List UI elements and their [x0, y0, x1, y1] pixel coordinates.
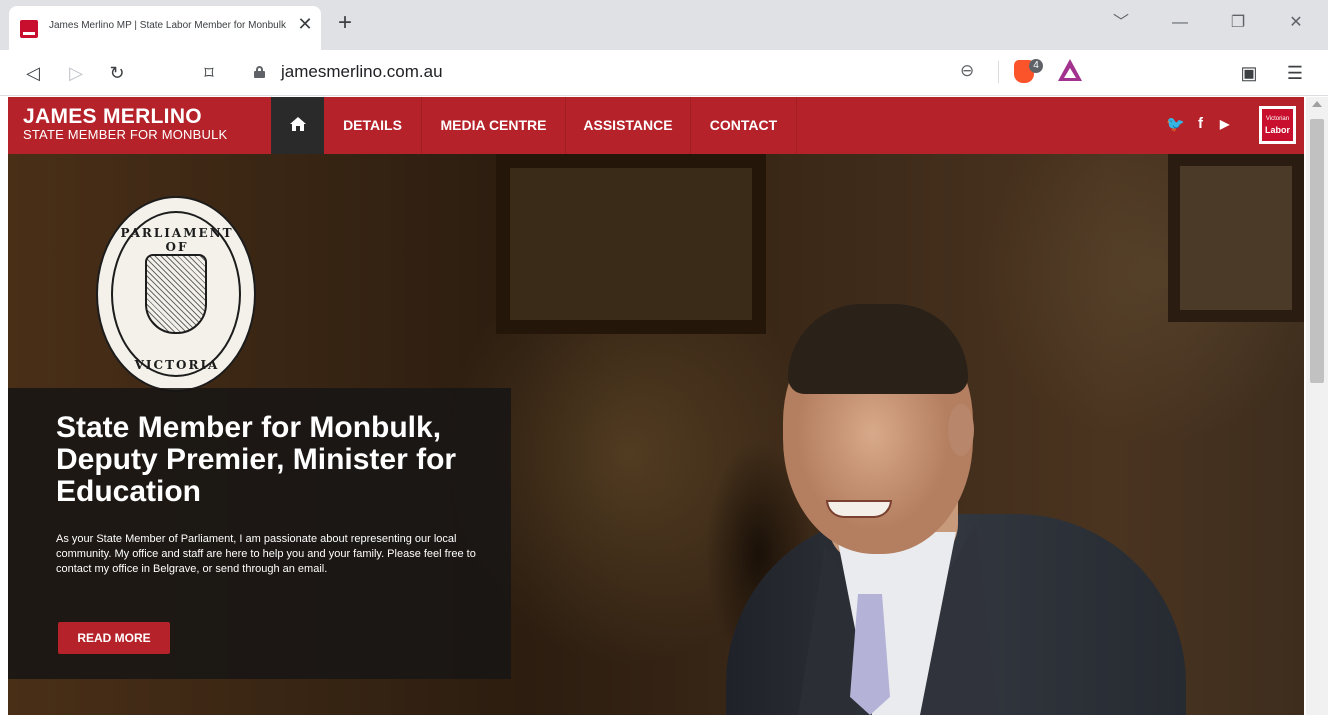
shields-count-badge: 4 [1029, 59, 1043, 73]
nav-assistance[interactable]: ASSISTANCE [566, 97, 691, 154]
seal-bottom-text: VICTORIA [134, 358, 220, 372]
victorian-labor-logo[interactable]: Victorian Labor [1259, 106, 1296, 144]
tab-title: James Merlino MP | State Labor Member fo… [49, 20, 286, 31]
nav-details[interactable]: DETAILS [324, 97, 422, 154]
close-window-button[interactable]: ✕ [1282, 10, 1310, 36]
hero-banner: PARLIAMENT OF VICTORIA State Member for … [8, 154, 1304, 715]
logo-line-1: Victorian [1265, 116, 1290, 122]
background-picture-frame [1168, 154, 1304, 322]
brave-rewards-icon[interactable] [1058, 59, 1082, 81]
youtube-icon[interactable]: ▶ [1220, 117, 1229, 131]
site-header: JAMES MERLINO STATE MEMBER FOR MONBULK D… [8, 97, 1304, 154]
brand-subtitle[interactable]: STATE MEMBER FOR MONBULK [23, 127, 227, 142]
facebook-icon[interactable]: f [1198, 115, 1203, 132]
home-icon [290, 117, 306, 131]
forward-icon[interactable]: ▷ [63, 60, 89, 86]
hero-description: As your State Member of Parliament, I am… [56, 533, 476, 575]
nav-home[interactable] [271, 97, 324, 154]
portrait-smile [826, 500, 892, 518]
omnibox-divider [998, 61, 999, 83]
brand-name[interactable]: JAMES MERLINO [23, 105, 202, 129]
parliament-seal: PARLIAMENT OF VICTORIA [96, 196, 256, 392]
tab-close-icon[interactable]: ✕ [295, 14, 315, 34]
twitter-icon[interactable]: 🐦 [1166, 115, 1185, 133]
hero-title: State Member for Monbulk, Deputy Premier… [56, 411, 457, 508]
scrollbar-thumb[interactable] [1310, 119, 1324, 383]
lock-icon[interactable] [254, 66, 265, 78]
restore-button[interactable]: ❐ [1224, 10, 1252, 36]
minimize-button[interactable]: — [1166, 10, 1194, 36]
hero-text-card: State Member for Monbulk, Deputy Premier… [8, 388, 511, 679]
page-scrollbar[interactable] [1306, 97, 1328, 715]
read-more-button[interactable]: READ MORE [58, 622, 170, 654]
scroll-up-icon[interactable] [1312, 101, 1322, 107]
background-picture-frame [496, 154, 766, 334]
portrait-hair [788, 304, 968, 394]
tab-search-icon[interactable]: ﹀ [1107, 10, 1135, 36]
back-icon[interactable]: ◁ [20, 60, 46, 86]
address-bar[interactable]: jamesmerlino.com.au ⊖ 4 [240, 53, 1095, 91]
wallet-icon[interactable]: ▣ [1236, 60, 1262, 86]
portrait-ear [948, 404, 974, 456]
nav-contact[interactable]: CONTACT [691, 97, 797, 154]
browser-tab-strip: James Merlino MP | State Labor Member fo… [0, 0, 1328, 50]
zoom-icon[interactable]: ⊖ [960, 61, 974, 81]
browser-menu-icon[interactable]: ☰ [1282, 60, 1308, 86]
coat-of-arms-icon [145, 254, 207, 334]
new-tab-button[interactable]: + [332, 10, 358, 36]
browser-tab-active[interactable]: James Merlino MP | State Labor Member fo… [9, 6, 321, 50]
seal-top-text: PARLIAMENT OF [120, 226, 234, 254]
nav-media-centre[interactable]: MEDIA CENTRE [422, 97, 566, 154]
browser-toolbar: ◁ ▷ ↻ ⌑ jamesmerlino.com.au ⊖ 4 ▣ ☰ [0, 50, 1328, 96]
site-favicon-icon [20, 20, 38, 38]
reload-icon[interactable]: ↻ [104, 60, 130, 86]
url-text[interactable]: jamesmerlino.com.au [281, 62, 443, 82]
logo-line-2: Labor [1264, 125, 1290, 135]
bookmark-icon[interactable]: ⌑ [196, 60, 222, 86]
